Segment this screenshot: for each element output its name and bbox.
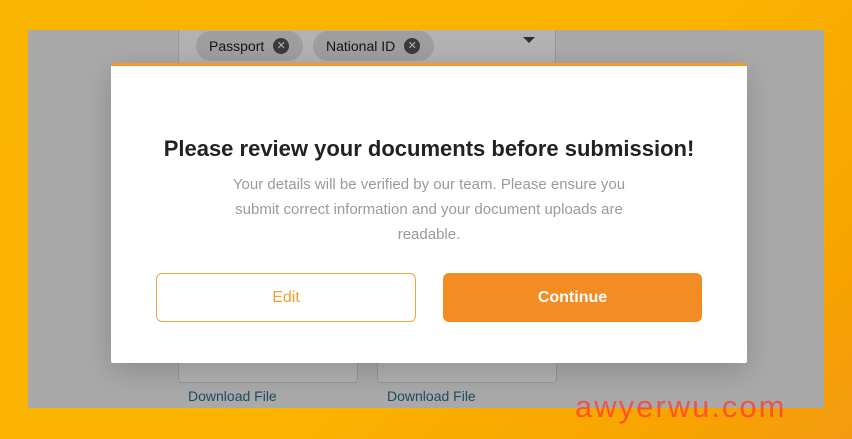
edit-button[interactable]: Edit xyxy=(156,273,416,322)
dialog-message: Your details will be verified by our tea… xyxy=(232,176,626,243)
dialog-title: Please review your documents before subm… xyxy=(163,136,695,161)
continue-button[interactable]: Continue xyxy=(443,273,702,322)
watermark-text: awyerwu.com xyxy=(575,389,787,424)
review-dialog: Please review your documents before subm… xyxy=(111,63,747,363)
